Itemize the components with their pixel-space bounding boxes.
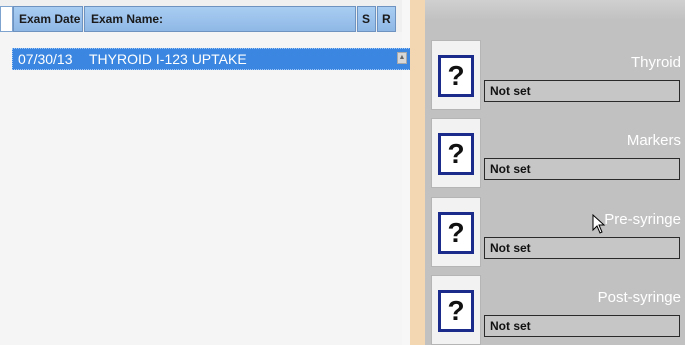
table-row[interactable]: 07/30/13 THYROID I-123 UPTAKE ▲: [12, 48, 411, 70]
status-icon-frame[interactable]: ?: [431, 118, 481, 188]
status-icon-frame[interactable]: ?: [431, 40, 481, 110]
scroll-up-arrow-icon[interactable]: ▲: [397, 52, 407, 64]
status-label-pre-syringe: Pre-syringe: [604, 211, 681, 228]
status-panel: ? Thyroid Not set ? Markers Not set ? Pr…: [425, 0, 685, 345]
exam-list-header: Exam Date Exam Name: S R: [0, 0, 402, 32]
status-field-pre-syringe[interactable]: Not set: [484, 237, 680, 259]
status-label-thyroid: Thyroid: [630, 54, 681, 71]
status-item-post-syringe: ? Post-syringe Not set: [425, 275, 685, 345]
column-header-exam-date[interactable]: Exam Date: [13, 6, 83, 32]
header-row-selector: [0, 6, 13, 32]
exam-date-cell: 07/30/13: [18, 51, 73, 67]
panel-divider[interactable]: [410, 0, 425, 345]
column-header-s[interactable]: S: [357, 6, 376, 32]
status-field-thyroid[interactable]: Not set: [484, 80, 680, 102]
status-item-pre-syringe: ? Pre-syringe Not set: [425, 197, 685, 267]
status-field-post-syringe[interactable]: Not set: [484, 315, 680, 337]
status-panel-header: [425, 0, 685, 20]
question-mark-icon[interactable]: ?: [438, 212, 474, 254]
mouse-cursor-icon: [592, 214, 606, 234]
status-item-markers: ? Markers Not set: [425, 118, 685, 188]
status-item-thyroid: ? Thyroid Not set: [425, 40, 685, 110]
question-mark-icon[interactable]: ?: [438, 133, 474, 175]
exam-name-cell: THYROID I-123 UPTAKE: [89, 51, 247, 67]
column-header-exam-name[interactable]: Exam Name:: [84, 6, 356, 32]
status-label-markers: Markers: [626, 132, 681, 149]
status-label-post-syringe: Post-syringe: [597, 289, 681, 306]
status-field-markers[interactable]: Not set: [484, 158, 680, 180]
question-mark-icon[interactable]: ?: [438, 290, 474, 332]
status-icon-frame[interactable]: ?: [431, 275, 481, 345]
status-icon-frame[interactable]: ?: [431, 197, 481, 267]
question-mark-icon[interactable]: ?: [438, 55, 474, 97]
exam-list-panel: Exam Date Exam Name: S R 07/30/13 THYROI…: [0, 0, 411, 345]
column-header-r[interactable]: R: [377, 6, 396, 32]
app-window: Exam Date Exam Name: S R 07/30/13 THYROI…: [0, 0, 685, 345]
